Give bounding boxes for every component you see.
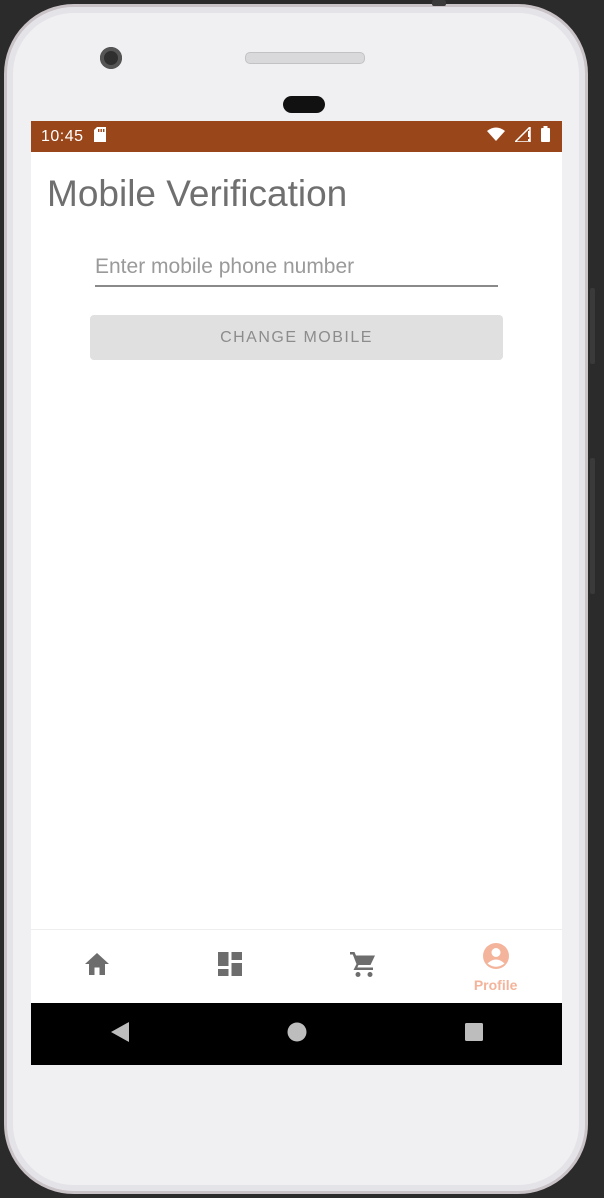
nav-item-profile[interactable]: Profile <box>429 930 562 1004</box>
proximity-sensor <box>283 96 325 113</box>
home-circle-icon <box>287 1022 307 1047</box>
status-time: 10:45 <box>41 127 84 145</box>
battery-icon <box>541 126 550 147</box>
earpiece-speaker <box>245 52 365 64</box>
volume-button <box>590 288 595 364</box>
signal-icon <box>513 124 531 147</box>
top-button <box>432 0 446 6</box>
home-icon <box>84 952 110 981</box>
home-button[interactable] <box>273 1010 321 1058</box>
change-mobile-button[interactable]: CHANGE MOBILE <box>90 315 503 360</box>
recents-button[interactable] <box>450 1010 498 1058</box>
status-bar: 10:45 <box>31 121 562 152</box>
account-circle-icon <box>482 942 510 975</box>
nav-label-profile: Profile <box>473 976 518 993</box>
front-camera <box>100 47 122 69</box>
back-button[interactable] <box>96 1010 144 1058</box>
nav-item-dashboard[interactable] <box>164 930 297 1004</box>
system-navigation-bar <box>31 1003 562 1065</box>
recents-icon <box>464 1022 484 1047</box>
mobile-number-input[interactable] <box>95 249 498 287</box>
page-title: Mobile Verification <box>47 173 348 214</box>
app-screen: 10:45 Mobile Verification Enter mobile p… <box>31 121 562 1065</box>
nav-item-home[interactable] <box>31 930 164 1004</box>
nav-item-cart[interactable] <box>297 930 430 1004</box>
wifi-icon <box>487 127 505 146</box>
cart-icon <box>349 950 377 983</box>
sd-card-icon <box>93 126 106 147</box>
dashboard-icon <box>217 951 243 982</box>
bottom-navigation: Profile <box>31 929 562 1004</box>
power-button <box>590 458 595 594</box>
back-icon <box>110 1021 130 1048</box>
